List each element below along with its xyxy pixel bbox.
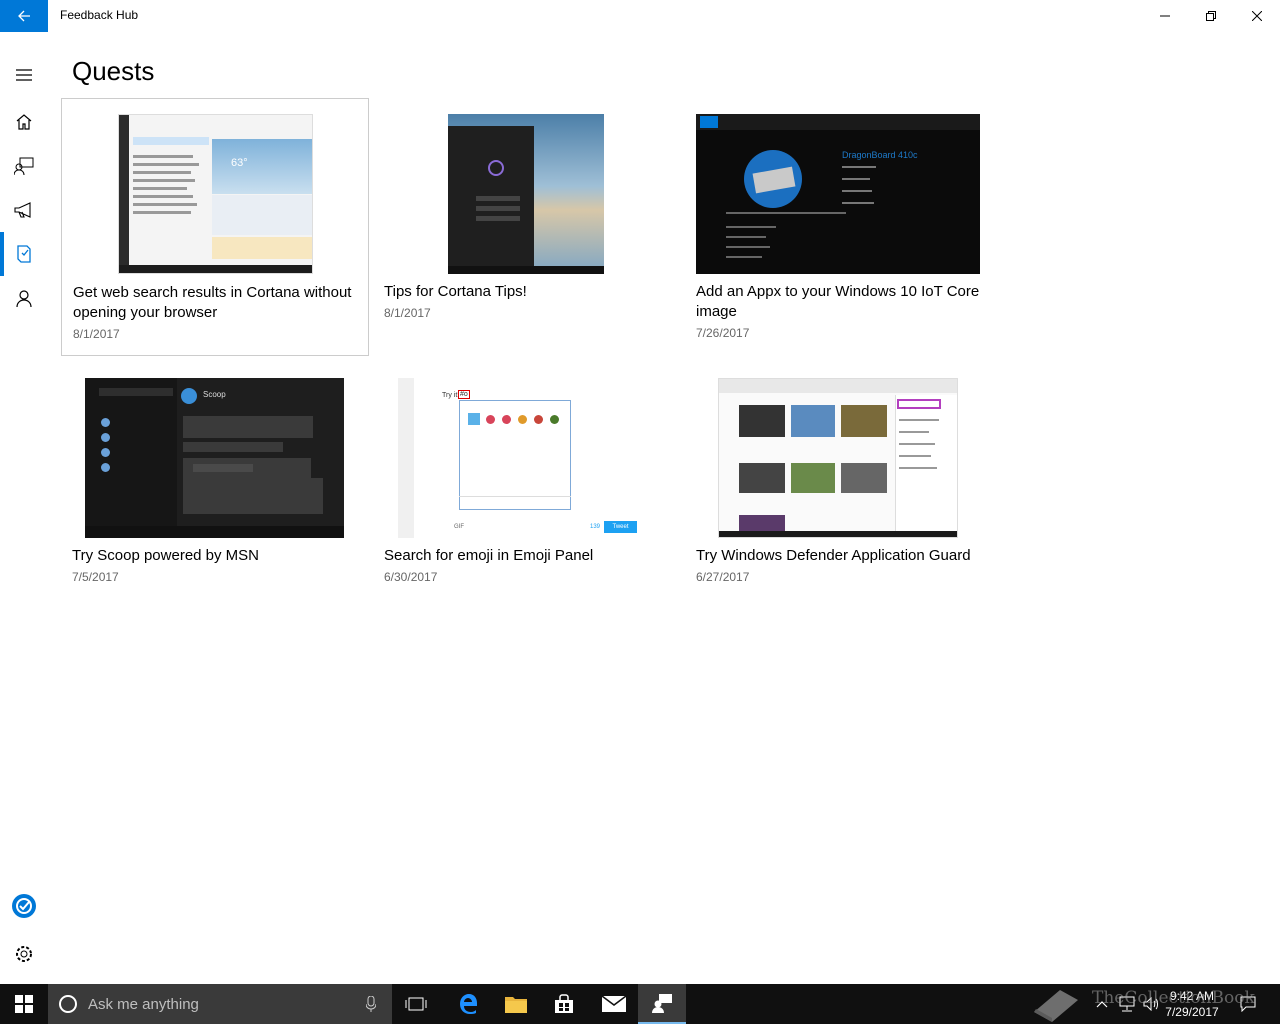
store-button[interactable] <box>540 984 588 1024</box>
quest-card[interactable]: Scoop Try Scoop powered by MSN 7/5/2017 <box>61 362 369 620</box>
insider-icon <box>12 894 36 918</box>
quest-title: Tips for Cortana Tips! <box>384 283 527 300</box>
person-icon <box>16 290 32 307</box>
feedback-icon <box>14 157 34 175</box>
quest-title: Try Windows Defender Application Guard <box>696 547 971 564</box>
nav-profile[interactable] <box>0 276 48 320</box>
device-name-heading: DragonBoard 410c <box>842 150 918 160</box>
notification-icon <box>1240 996 1256 1012</box>
close-icon <box>1252 11 1262 21</box>
start-button[interactable] <box>0 984 48 1024</box>
quest-title: Add an Appx to your Windows 10 IoT Core … <box>696 283 980 320</box>
quest-thumbnail <box>718 378 958 538</box>
windows-logo-icon <box>15 995 33 1013</box>
quest-title: Get web search results in Cortana withou… <box>73 284 352 321</box>
feedback-hub-taskbar-button[interactable] <box>638 984 686 1024</box>
quest-date: 6/30/2017 <box>384 570 438 584</box>
cortana-search-box[interactable]: Ask me anything <box>48 984 392 1024</box>
home-icon <box>16 114 32 130</box>
show-hidden-icons-button[interactable] <box>1092 984 1112 1024</box>
weather-temperature: 63° <box>231 157 248 169</box>
title-bar: Feedback Hub <box>0 0 1280 32</box>
quest-thumbnail <box>448 114 604 274</box>
app-title: Feedback Hub <box>60 8 139 22</box>
page-title: Quests <box>72 56 155 86</box>
nav-home[interactable] <box>0 100 48 144</box>
action-center-button[interactable] <box>1236 984 1260 1024</box>
quest-card[interactable]: Try Windows Defender Application Guard 6… <box>685 362 993 620</box>
minimize-button[interactable] <box>1142 0 1188 32</box>
quest-card[interactable]: 63° Get web search results in Cortana wi… <box>61 98 369 356</box>
quest-date: 6/27/2017 <box>696 570 750 584</box>
store-icon <box>555 994 573 1013</box>
tweet-label: Tweet <box>604 521 637 533</box>
network-status-button[interactable] <box>1116 984 1138 1024</box>
quest-date: 8/1/2017 <box>73 327 120 341</box>
quest-date: 8/1/2017 <box>384 306 431 320</box>
quest-title: Search for emoji in Emoji Panel <box>384 547 594 564</box>
search-placeholder: Ask me anything <box>88 995 199 1013</box>
microphone-icon[interactable] <box>366 996 376 1012</box>
hamburger-menu-button[interactable] <box>0 53 48 97</box>
minimize-icon <box>1160 15 1170 17</box>
chevron-up-icon <box>1096 1001 1108 1008</box>
char-count: 139 <box>590 524 601 530</box>
navigation-rail <box>0 32 48 984</box>
close-button[interactable] <box>1234 0 1280 32</box>
scoop-contact-name: Scoop <box>203 390 226 399</box>
restore-button[interactable] <box>1188 0 1234 32</box>
clock-time: 9:42 AM <box>1169 989 1215 1003</box>
task-view-icon <box>405 997 427 1011</box>
feedback-hub-icon <box>652 994 672 1013</box>
mail-icon <box>602 996 626 1012</box>
quest-card[interactable]: Tips for Cortana Tips! 8/1/2017 <box>373 98 681 356</box>
clock-date: 7/29/2017 <box>1165 1005 1219 1019</box>
gear-icon <box>16 946 32 962</box>
megaphone-icon <box>14 202 31 218</box>
quest-title: Try Scoop powered by MSN <box>72 547 260 564</box>
quest-date: 7/26/2017 <box>696 326 750 340</box>
folder-icon <box>505 997 527 1013</box>
edge-browser-button[interactable] <box>444 984 492 1024</box>
quest-thumbnail: DragonBoard 410c <box>696 114 980 274</box>
quests-icon <box>17 245 31 263</box>
emoji-prompt: Try it! <box>442 392 460 399</box>
restore-icon <box>1206 11 1216 21</box>
nav-insider[interactable] <box>0 884 48 928</box>
nav-announcements[interactable] <box>0 188 48 232</box>
nav-feedback[interactable] <box>0 144 48 188</box>
gif-label: GIF <box>454 524 464 530</box>
quest-date: 7/5/2017 <box>72 570 119 584</box>
back-button[interactable] <box>0 0 48 32</box>
network-icon <box>1119 996 1135 1012</box>
nav-settings[interactable] <box>0 932 48 976</box>
file-explorer-button[interactable] <box>492 984 540 1024</box>
hamburger-icon <box>16 69 32 81</box>
quest-thumbnail: 63° <box>118 114 313 274</box>
edge-icon <box>460 994 477 1014</box>
quest-thumbnail: Try it! #o GIF 139 Tweet <box>398 378 640 538</box>
taskbar: Ask me anything 9:42 AM 7/29/2017 <box>0 984 1280 1024</box>
quest-card[interactable]: Try it! #o GIF 139 Tweet Search for emoj… <box>373 362 681 620</box>
mail-button[interactable] <box>590 984 638 1024</box>
nav-quests[interactable] <box>0 232 48 276</box>
task-view-button[interactable] <box>392 984 440 1024</box>
emoji-typed-text: #o <box>458 390 470 399</box>
quest-card[interactable]: DragonBoard 410c Add an Appx to your Win… <box>685 98 993 356</box>
back-arrow-icon <box>18 10 30 22</box>
cortana-ring-icon <box>59 995 77 1013</box>
system-clock[interactable]: 9:42 AM 7/29/2017 <box>1152 988 1232 1020</box>
quest-thumbnail: Scoop <box>85 378 344 538</box>
